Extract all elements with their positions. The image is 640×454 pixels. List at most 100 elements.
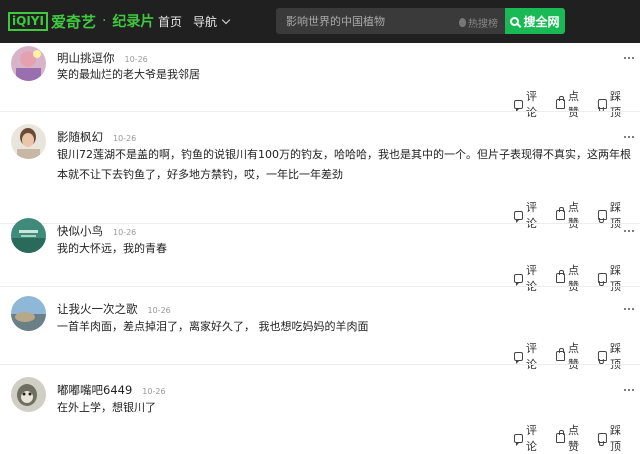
dislike-label: 踩顶	[609, 90, 621, 119]
comment-actions: 评论 点赞 踩顶	[514, 262, 640, 294]
avatar[interactable]	[11, 124, 46, 159]
comment-text: 银川72莲湖不是盖的啊，钓鱼的说银川有100万的钓友，哈哈哈，我也是其中的一个。…	[57, 148, 631, 181]
thumbs-down-icon	[598, 99, 607, 109]
divider	[0, 111, 640, 112]
comment-icon	[514, 273, 523, 286]
comment-text: 在外上学，想银川了	[57, 401, 156, 414]
thumbs-up-icon	[556, 430, 565, 443]
username-text: 明山挑逗你	[57, 51, 115, 65]
comment-text: 笑的最灿烂的老大爷是我邻居	[57, 68, 200, 81]
search-button[interactable]: 搜全网	[505, 8, 565, 34]
thumbs-up-icon	[556, 348, 565, 361]
like-button[interactable]: 点赞	[556, 199, 587, 231]
dislike-button[interactable]: 踩顶	[598, 422, 629, 454]
thumbs-up-icon	[556, 270, 565, 283]
dislike-label: 踩顶	[609, 342, 621, 371]
thumbs-down-icon	[598, 351, 607, 361]
comment-icon	[514, 433, 523, 446]
comment-icon	[514, 351, 523, 364]
dislike-button[interactable]: 踩顶	[598, 340, 629, 372]
reply-button[interactable]: 评论	[514, 340, 545, 372]
dislike-label: 踩顶	[609, 201, 621, 230]
avatar[interactable]	[11, 377, 46, 412]
more-options-icon[interactable]	[624, 389, 636, 391]
comment-date: 10-26	[142, 387, 166, 396]
search-input[interactable]	[286, 13, 456, 29]
nav-guide-label: 导航	[193, 15, 218, 29]
section-title[interactable]: 纪录片	[112, 11, 154, 31]
dislike-label: 踩顶	[609, 424, 621, 453]
comment-date: 10-26	[113, 134, 137, 143]
thumbs-up-icon	[556, 207, 565, 220]
more-options-icon[interactable]	[624, 57, 636, 59]
thumbs-up-icon	[556, 96, 565, 109]
username-text: 让我火一次之歌	[57, 302, 138, 316]
comment-text: 我的大怀远，我的青春	[57, 242, 167, 255]
reply-button[interactable]: 评论	[514, 199, 545, 231]
dislike-button[interactable]: 踩顶	[598, 88, 629, 120]
comment-date: 10-26	[113, 228, 137, 237]
reply-button[interactable]: 评论	[514, 88, 545, 120]
dislike-button[interactable]: 踩顶	[598, 262, 629, 294]
comment-text: 一首羊肉面，差点掉泪了，离家好久了， 我也想吃妈妈的羊肉面	[57, 320, 369, 333]
avatar[interactable]	[11, 296, 46, 331]
reply-label: 评论	[525, 342, 537, 371]
nav-guide-menu[interactable]: 导航	[193, 13, 231, 30]
username-text: 快似小鸟	[57, 224, 103, 238]
reply-label: 评论	[525, 264, 537, 293]
like-button[interactable]: 点赞	[556, 262, 587, 294]
like-label: 点赞	[567, 90, 579, 119]
like-button[interactable]: 点赞	[556, 422, 587, 454]
reply-button[interactable]: 评论	[514, 262, 545, 294]
nav-home-link[interactable]: 首页	[158, 13, 182, 30]
comment-username[interactable]: 嘟嘟嘴吧6449 10-26	[57, 382, 166, 398]
thumbs-down-icon	[598, 433, 607, 443]
avatar[interactable]	[11, 218, 46, 253]
reply-label: 评论	[525, 90, 537, 119]
comment-icon	[514, 210, 523, 223]
like-button[interactable]: 点赞	[556, 340, 587, 372]
comment-date: 10-26	[124, 55, 148, 64]
reply-label: 评论	[525, 424, 537, 453]
like-label: 点赞	[567, 342, 579, 371]
like-label: 点赞	[567, 264, 579, 293]
logo-separator: ·	[101, 13, 107, 29]
hot-search-label: 热搜榜	[468, 19, 498, 30]
comment-actions: 评论 点赞 踩顶	[514, 88, 640, 120]
divider	[0, 286, 640, 287]
fire-icon	[459, 18, 466, 27]
comment-username[interactable]: 让我火一次之歌 10-26	[57, 301, 171, 317]
divider	[0, 364, 640, 365]
comment-actions: 评论 点赞 踩顶	[514, 422, 640, 454]
hot-search-link[interactable]: 热搜榜	[459, 15, 498, 30]
comment-actions: 评论 点赞 踩顶	[514, 340, 640, 372]
logo-name: 爱奇艺	[50, 12, 96, 31]
username-text: 嘟嘟嘴吧6449	[57, 383, 133, 397]
like-label: 点赞	[567, 424, 579, 453]
more-options-icon[interactable]	[624, 308, 636, 310]
avatar[interactable]	[11, 46, 46, 81]
like-label: 点赞	[567, 201, 579, 230]
iqiyi-logo[interactable]: iQIYI 爱奇艺 · 纪录片	[8, 10, 154, 32]
comment-username[interactable]: 明山挑逗你 10-26	[57, 50, 148, 66]
chevron-down-icon	[221, 15, 231, 25]
search-button-label: 搜全网	[523, 14, 560, 29]
reply-button[interactable]: 评论	[514, 422, 545, 454]
username-text: 影随枫幻	[57, 130, 103, 144]
more-options-icon[interactable]	[624, 230, 636, 232]
comment-icon	[514, 99, 523, 112]
top-navigation-bar: iQIYI 爱奇艺 · 纪录片 首页 导航 热搜榜 搜全网	[0, 0, 640, 43]
comment-username[interactable]: 影随枫幻 10-26	[57, 129, 136, 145]
comment-date: 10-26	[147, 306, 171, 315]
like-button[interactable]: 点赞	[556, 88, 587, 120]
dislike-label: 踩顶	[609, 264, 621, 293]
iqiyi-logo-mark: iQIYI	[8, 11, 48, 31]
thumbs-down-icon	[598, 273, 607, 283]
search-icon	[510, 16, 520, 26]
comment-actions: 评论 点赞 踩顶	[514, 199, 640, 231]
more-options-icon[interactable]	[624, 136, 636, 138]
comment-username[interactable]: 快似小鸟 10-26	[57, 223, 136, 239]
thumbs-down-icon	[598, 210, 607, 220]
dislike-button[interactable]: 踩顶	[598, 199, 629, 231]
search-box: 热搜榜	[276, 8, 505, 34]
